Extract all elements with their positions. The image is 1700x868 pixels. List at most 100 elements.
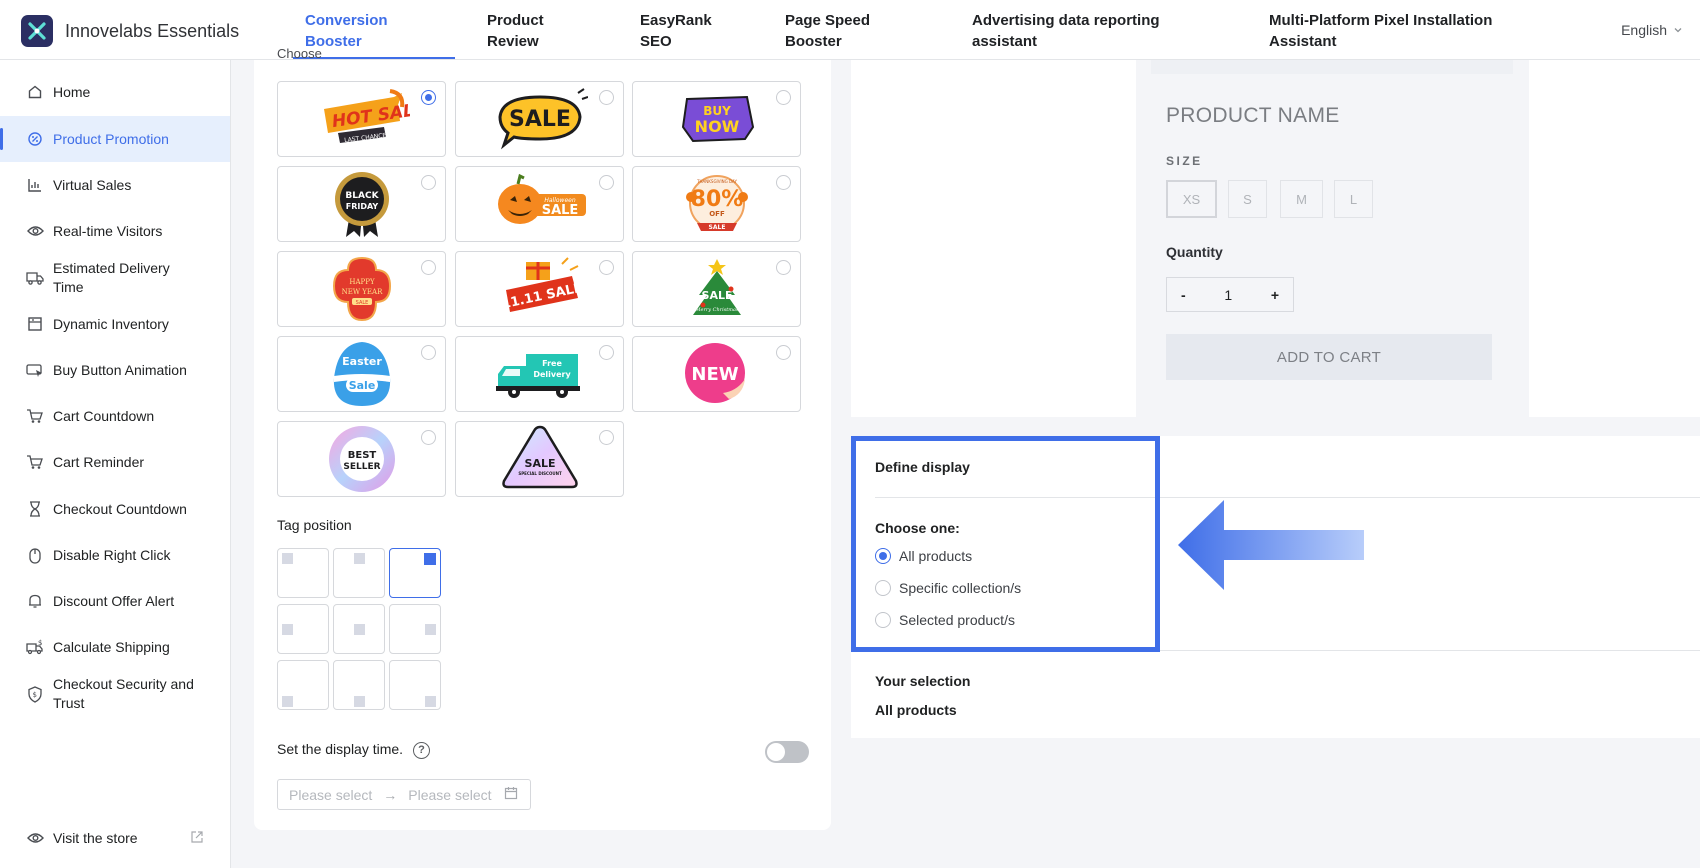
tag-option-easter-sale[interactable]: Easter Sale [277,336,446,412]
svg-text:$: $ [33,691,37,699]
your-selection-label: Your selection [875,673,971,689]
tag-option-black-friday[interactable]: BLACK FRIDAY [277,166,446,242]
app-logo [21,15,53,47]
tag-radio[interactable] [776,260,791,275]
tag-position-bottom-right[interactable] [389,660,441,710]
preview-right-panel [1529,60,1700,417]
tag-radio[interactable] [776,90,791,105]
tag-option-best-seller[interactable]: BEST SELLER [277,421,446,497]
sidebar-label-line2: Time [53,279,84,295]
tag-position-top-center[interactable] [333,548,385,598]
sidebar-item-disable-right-click[interactable]: Disable Right Click [0,535,230,575]
tab-page-speed-booster[interactable]: Page Speed Booster [785,10,870,52]
sidebar-item-product-promotion[interactable]: Product Promotion [0,116,230,162]
help-icon[interactable]: ? [412,741,430,759]
tag-option-80-off[interactable]: THANKSGIVING DAY 80% OFF SALE [632,166,801,242]
size-option-s[interactable]: S [1228,180,1267,218]
tag-option-christmas-sale[interactable]: SALE Merry Christmas [632,251,801,327]
inventory-icon [26,315,44,333]
language-selector[interactable]: English [1621,22,1683,38]
tag-option-buy-now[interactable]: BUY NOW [632,81,801,157]
tag-position-middle-right[interactable] [389,604,441,654]
hot-sale-tag-image: HOT SALE LAST CHANCE [323,89,410,144]
end-date-input[interactable]: Please select [408,787,491,803]
tag-position-top-left[interactable] [277,548,329,598]
display-time-toggle[interactable] [765,741,809,763]
tag-option-free-delivery[interactable]: Free Delivery [455,336,624,412]
cart-icon [26,453,44,471]
quantity-value[interactable]: 1 [1224,287,1232,303]
tag-position-center[interactable] [333,604,385,654]
tab-conversion-booster[interactable]: Conversion Booster [305,10,388,52]
start-date-input[interactable]: Please select [289,787,372,803]
tab-label-line1: Multi-Platform Pixel Installation [1269,12,1493,29]
tag-radio[interactable] [776,175,791,190]
tag-option-special-discount[interactable]: SALE SPECIAL DISCOUNT [455,421,624,497]
tag-option-new-year[interactable]: HAPPY NEW YEAR SALE [277,251,446,327]
sidebar-visit-store[interactable]: Visit the store [0,818,230,858]
tag-option-hot-sale[interactable]: HOT SALE LAST CHANCE [277,81,446,157]
sidebar-item-label: Cart Reminder [53,454,145,470]
sidebar-item-dynamic-inventory[interactable]: Dynamic Inventory [0,304,230,344]
tab-pixel-installation[interactable]: Multi-Platform Pixel Installation Assist… [1269,10,1492,52]
tag-radio[interactable] [421,260,436,275]
sidebar-item-calculate-shipping[interactable]: $ Calculate Shipping [0,627,230,667]
pointer-arrow-icon [1178,500,1364,590]
sidebar-item-checkout-countdown[interactable]: Checkout Countdown [0,489,230,529]
sidebar-item-label: Virtual Sales [53,177,132,193]
tag-radio[interactable] [599,260,614,275]
size-option-xs[interactable]: XS [1166,180,1217,218]
tag-radio[interactable] [599,175,614,190]
size-option-l[interactable]: L [1334,180,1373,218]
tag-radio[interactable] [599,430,614,445]
tab-label-line2: assistant [972,33,1038,50]
tag-radio[interactable] [421,175,436,190]
sidebar-item-cart-reminder[interactable]: Cart Reminder [0,442,230,482]
tab-easyrank-seo[interactable]: EasyRank SEO [640,10,712,52]
tag-radio[interactable] [421,90,436,105]
tag-radio[interactable] [599,345,614,360]
tag-radio[interactable] [421,345,436,360]
position-marker [425,696,436,707]
date-range-picker[interactable]: Please select → Please select [277,779,531,810]
promotion-icon [26,130,44,148]
chevron-down-icon [1673,22,1683,38]
sidebar-item-buy-button-animation[interactable]: Buy Button Animation [0,350,230,390]
tag-subtext: NOW [694,117,739,136]
bell-icon [26,592,44,610]
quantity-decrease-button[interactable]: - [1181,287,1186,303]
sidebar-label-line1: Estimated Delivery [53,260,170,276]
tag-option-sale-bubble[interactable]: SALE [455,81,624,157]
sidebar-item-home[interactable]: Home [0,72,230,112]
position-marker [282,624,293,635]
quantity-increase-button[interactable]: + [1271,287,1279,303]
tag-position-top-right[interactable] [389,548,441,598]
tag-option-halloween-sale[interactable]: Halloween SALE [455,166,624,242]
sidebar-item-realtime-visitors[interactable]: Real-time Visitors [0,211,230,251]
tag-radio[interactable] [599,90,614,105]
tag-position-label: Tag position [277,517,352,533]
sidebar-item-discount-offer-alert[interactable]: Discount Offer Alert [0,581,230,621]
sidebar-item-cart-countdown[interactable]: Cart Countdown [0,396,230,436]
tab-advertising-data-reporting[interactable]: Advertising data reporting assistant [972,10,1160,52]
tag-radio[interactable] [421,430,436,445]
tab-product-review[interactable]: Product Review [487,10,544,52]
size-label: SIZE [1166,154,1203,168]
tag-position-bottom-center[interactable] [333,660,385,710]
tag-position-bottom-left[interactable] [277,660,329,710]
add-to-cart-button[interactable]: ADD TO CART [1166,334,1492,380]
sidebar-item-virtual-sales[interactable]: Virtual Sales [0,165,230,205]
tag-option-new[interactable]: NEW [632,336,801,412]
tab-label-line1: Conversion [305,12,388,29]
your-selection-value: All products [875,702,957,718]
tag-radio[interactable] [776,345,791,360]
shipping-icon: $ [26,638,44,656]
sidebar-item-estimated-delivery-time[interactable]: Estimated Delivery Time [0,255,230,301]
sidebar-item-checkout-security-trust[interactable]: $ Checkout Security and Trust [0,671,230,717]
tag-position-middle-left[interactable] [277,604,329,654]
size-option-m[interactable]: M [1280,180,1323,218]
black-friday-tag-image: BLACK FRIDAY [334,172,389,237]
brand: Innovelabs Essentials [21,15,239,47]
shield-icon: $ [26,685,44,703]
tag-option-11-11-sale[interactable]: 11.11 SALE [455,251,624,327]
